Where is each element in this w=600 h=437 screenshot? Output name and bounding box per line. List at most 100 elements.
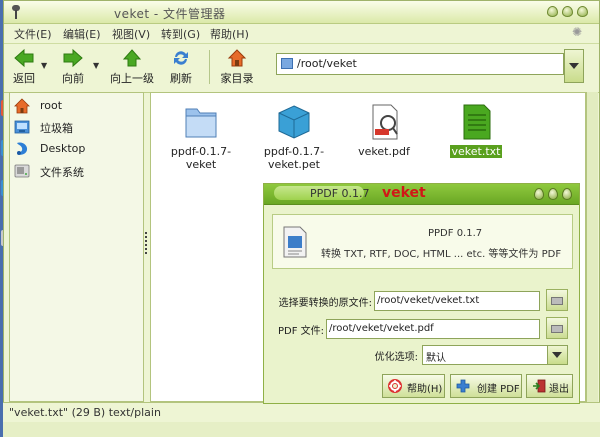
sidebar: root 垃圾箱 Desktop 文件系统 <box>9 92 144 402</box>
dialog-title: PPDF 0.1.7 <box>310 187 370 200</box>
dialog-maximize-button[interactable] <box>548 188 558 200</box>
sidebar-item-label: root <box>40 99 63 112</box>
address-bar[interactable]: /root/veket <box>276 53 564 75</box>
pdf-file-label: PDF 文件: <box>277 326 324 337</box>
window-title: veket - 文件管理器 <box>114 7 226 21</box>
file-item-selected[interactable]: veket.txt <box>431 103 521 158</box>
help-button[interactable]: 帮助(H) <box>382 374 445 398</box>
optimize-dropdown-button[interactable] <box>547 346 567 364</box>
create-pdf-label: 创建 PDF <box>477 384 520 395</box>
pdf-file-row: PDF 文件: /root/veket/veket.pdf <box>264 317 579 341</box>
forward-arrow-icon <box>63 48 83 68</box>
info-description: 转换 TXT, RTF, DOC, HTML ... etc. 等等文件为 PD… <box>321 249 562 260</box>
file-item[interactable]: veket.pdf <box>339 103 429 158</box>
forward-label: 向前 <box>62 72 84 85</box>
menu-file[interactable]: 文件(E) <box>14 26 52 42</box>
menu-go[interactable]: 转到(G) <box>161 26 200 42</box>
quit-button[interactable]: 退出 <box>526 374 573 398</box>
up-label: 向上一级 <box>110 72 154 85</box>
sidebar-item-trash[interactable]: 垃圾箱 <box>14 117 139 137</box>
create-pdf-button[interactable]: 创建 PDF <box>450 374 522 398</box>
document-icon <box>283 226 307 258</box>
toolbar-separator <box>209 50 210 84</box>
vertical-scrollbar[interactable] <box>586 92 598 402</box>
desktop-icon <box>17 142 28 155</box>
status-bar: "veket.txt" (29 B) text/plain <box>3 402 600 423</box>
optimize-select[interactable]: 默认 <box>422 345 568 365</box>
file-name: ppdf-0.1.7- veket.pet <box>263 145 325 171</box>
browse-pdf-button[interactable] <box>546 317 568 339</box>
help-button-label: 帮助(H) <box>407 384 443 395</box>
sidebar-item-filesystem[interactable]: 文件系统 <box>14 161 139 181</box>
file-item[interactable]: ppdf-0.1.7-veket <box>156 103 246 171</box>
maximize-button[interactable] <box>562 6 573 17</box>
sidebar-item-label: Desktop <box>40 142 86 155</box>
close-button[interactable] <box>577 6 588 17</box>
file-name: veket.pdf <box>358 145 410 158</box>
back-label: 返回 <box>13 72 35 85</box>
menu-view[interactable]: 视图(V) <box>112 26 150 42</box>
folder-icon <box>185 108 217 138</box>
ppdf-dialog: PPDF 0.1.7 veket PPDF 0.1.7 转换 TXT, RTF,… <box>263 183 580 404</box>
folder-icon <box>281 58 293 69</box>
trash-icon <box>14 120 30 134</box>
quit-button-label: 退出 <box>549 384 569 395</box>
source-file-label: 选择要转换的原文件: <box>278 298 372 309</box>
optimize-label: 优化选项: <box>374 352 418 363</box>
minimize-button[interactable] <box>547 6 558 17</box>
file-name: veket.txt <box>449 145 503 158</box>
chevron-down-icon <box>569 63 579 69</box>
address-dropdown-button[interactable] <box>564 49 584 83</box>
sidebar-item-label: 垃圾箱 <box>40 122 73 135</box>
refresh-label: 刷新 <box>170 72 192 85</box>
menu-bar: 文件(E) 编辑(E) 视图(V) 转到(G) 帮助(H) <box>4 23 599 43</box>
menu-edit[interactable]: 编辑(E) <box>63 26 101 42</box>
dialog-close-button[interactable] <box>562 188 572 200</box>
forward-button[interactable]: 向前 <box>58 48 88 88</box>
folder-open-icon <box>551 297 563 305</box>
home-button[interactable]: 家目录 <box>219 48 255 88</box>
home-icon <box>227 49 247 67</box>
up-arrow-icon <box>122 49 142 67</box>
dialog-brand: veket <box>382 185 426 201</box>
dialog-title-bar[interactable]: PPDF 0.1.7 veket <box>264 184 579 205</box>
busy-spinner-icon: ✺ <box>572 25 583 39</box>
address-path: /root/veket <box>297 57 357 70</box>
sidebar-item-root[interactable]: root <box>14 96 139 116</box>
add-icon <box>456 379 470 393</box>
file-name: ppdf-0.1.7-veket <box>170 145 232 171</box>
lifebuoy-icon <box>388 379 402 393</box>
source-file-input[interactable]: /root/veket/veket.txt <box>374 291 540 311</box>
sidebar-item-desktop[interactable]: Desktop <box>14 139 139 159</box>
optimize-value: 默认 <box>426 353 446 364</box>
pdf-icon <box>372 104 398 140</box>
exit-icon <box>533 379 546 393</box>
forward-dropdown-icon[interactable]: ▼ <box>93 61 99 70</box>
folder-open-icon <box>551 325 563 333</box>
info-title: PPDF 0.1.7 <box>428 228 483 239</box>
chevron-down-icon <box>552 352 562 358</box>
window-bottom-edge <box>3 422 600 437</box>
refresh-icon <box>174 51 188 65</box>
title-bar[interactable]: veket - 文件管理器 <box>4 1 599 24</box>
home-icon <box>14 98 30 114</box>
package-icon <box>278 105 310 139</box>
text-file-icon <box>463 104 491 140</box>
menu-help[interactable]: 帮助(H) <box>210 26 249 42</box>
dialog-minimize-button[interactable] <box>534 188 544 200</box>
app-icon <box>12 5 20 19</box>
refresh-button[interactable]: 刷新 <box>167 48 195 88</box>
up-button[interactable]: 向上一级 <box>108 48 156 88</box>
back-dropdown-icon[interactable]: ▼ <box>41 61 47 70</box>
file-item[interactable]: ppdf-0.1.7- veket.pet <box>249 103 339 171</box>
optimize-row: 优化选项: 默认 <box>264 343 579 367</box>
home-label: 家目录 <box>220 72 254 85</box>
pane-splitter[interactable] <box>143 230 149 258</box>
info-panel: PPDF 0.1.7 转换 TXT, RTF, DOC, HTML ... et… <box>272 214 573 269</box>
source-file-row: 选择要转换的原文件: /root/veket/veket.txt <box>264 289 579 313</box>
drive-icon <box>14 164 30 178</box>
status-text: "veket.txt" (29 B) text/plain <box>9 406 161 419</box>
back-button[interactable]: 返回 <box>9 48 39 88</box>
pdf-file-input[interactable]: /root/veket/veket.pdf <box>326 319 540 339</box>
browse-source-button[interactable] <box>546 289 568 311</box>
